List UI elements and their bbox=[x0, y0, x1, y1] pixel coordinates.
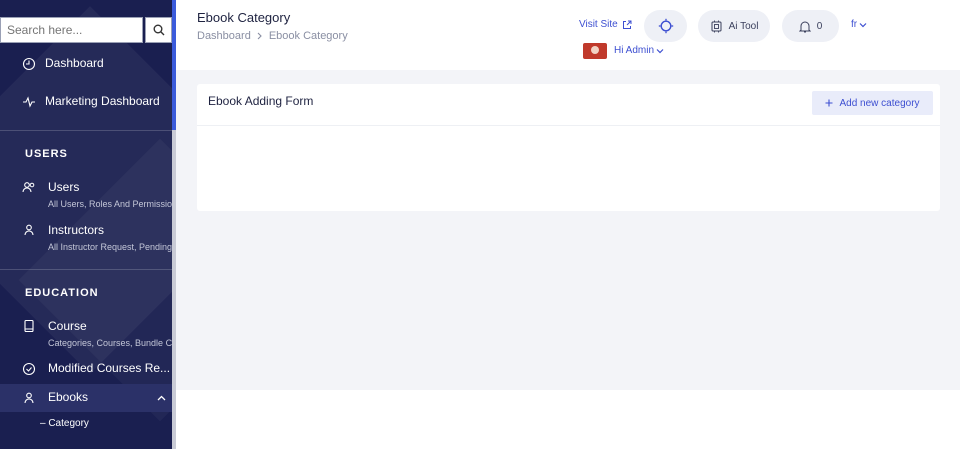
sidebar-item-label: Instructors bbox=[48, 223, 105, 237]
sidebar-item-modified-courses[interactable]: Modified Courses Re... bbox=[0, 360, 172, 380]
search-icon bbox=[153, 24, 164, 36]
sidebar-item-description: Categories, Courses, Bundle Co... bbox=[48, 338, 176, 348]
language-label: fr bbox=[851, 19, 858, 30]
sidebar-item-label: Modified Courses Re... bbox=[48, 361, 171, 375]
sidebar-item-dashboard[interactable]: Dashboard bbox=[0, 55, 172, 75]
theme-toggle-button[interactable] bbox=[644, 10, 687, 42]
visit-site-label: Visit Site bbox=[579, 19, 618, 30]
sidebar-item-ebooks[interactable]: Ebooks bbox=[0, 389, 172, 409]
sidebar: Dashboard Marketing Dashboard USERS User… bbox=[0, 0, 176, 449]
user-icon bbox=[24, 224, 34, 236]
plus-icon bbox=[825, 99, 833, 107]
external-link-icon bbox=[622, 20, 632, 29]
activity-icon bbox=[23, 96, 35, 108]
user-greeting: Hi Admin bbox=[614, 45, 655, 56]
book-icon bbox=[24, 319, 34, 333]
section-title-users: USERS bbox=[25, 148, 68, 160]
sun-icon bbox=[658, 18, 673, 34]
page-title: Ebook Category bbox=[197, 10, 291, 25]
card-header: Ebook Adding Form Add new category bbox=[197, 84, 940, 126]
avatar[interactable] bbox=[583, 43, 607, 59]
sidebar-item-label: Users bbox=[48, 180, 80, 194]
sidebar-search-input[interactable] bbox=[0, 17, 143, 43]
breadcrumb-current: Ebook Category bbox=[268, 30, 348, 42]
add-new-category-button[interactable]: Add new category bbox=[812, 91, 933, 115]
language-selector[interactable]: fr bbox=[851, 19, 867, 30]
sidebar-divider bbox=[0, 130, 172, 131]
sidebar-item-label: Ebooks bbox=[48, 390, 89, 404]
sidebar-item-label: Dashboard bbox=[45, 56, 104, 70]
sidebar-subitem-category[interactable]: – Category bbox=[0, 418, 172, 434]
breadcrumb: Dashboard Ebook Category bbox=[197, 30, 348, 42]
add-button-label: Add new category bbox=[839, 97, 920, 109]
sidebar-item-instructors[interactable]: Instructors All Instructor Request, Pend… bbox=[0, 221, 176, 255]
sidebar-item-label: Marketing Dashboard bbox=[45, 94, 160, 108]
user-menu[interactable]: Hi Admin bbox=[614, 45, 664, 56]
user-icon bbox=[24, 392, 34, 404]
sidebar-item-course[interactable]: Course Categories, Courses, Bundle Co... bbox=[0, 317, 176, 351]
breadcrumb-dashboard[interactable]: Dashboard bbox=[197, 30, 251, 42]
search-button[interactable] bbox=[145, 17, 172, 43]
users-icon bbox=[22, 182, 35, 193]
chevron-down-icon bbox=[859, 22, 867, 27]
check-circle-icon bbox=[22, 362, 36, 376]
bell-icon bbox=[798, 21, 811, 32]
sidebar-item-label: Course bbox=[48, 319, 87, 333]
ebook-form-card: Ebook Adding Form Add new category bbox=[197, 84, 940, 211]
notifications-button[interactable]: 0 bbox=[782, 10, 839, 42]
chip-icon bbox=[711, 20, 722, 32]
chevron-up-icon[interactable] bbox=[157, 395, 166, 401]
sidebar-item-description: All Users, Roles And Permission bbox=[48, 199, 176, 209]
chevron-right-icon bbox=[257, 32, 262, 40]
sidebar-item-description: All Instructor Request, Pending... bbox=[48, 242, 176, 252]
chevron-down-icon bbox=[656, 48, 664, 53]
notification-count: 0 bbox=[816, 20, 823, 32]
clock-icon bbox=[22, 57, 36, 71]
sidebar-divider bbox=[0, 269, 172, 270]
sidebar-subitem-label: – Category bbox=[40, 418, 89, 429]
ai-tool-button[interactable]: Ai Tool bbox=[698, 10, 770, 42]
card-title: Ebook Adding Form bbox=[208, 94, 314, 108]
ai-tool-label: Ai Tool bbox=[728, 20, 759, 32]
sidebar-item-marketing-dashboard[interactable]: Marketing Dashboard bbox=[0, 93, 172, 113]
section-title-education: EDUCATION bbox=[25, 287, 99, 299]
visit-site-link[interactable]: Visit Site bbox=[579, 19, 632, 30]
sidebar-item-users[interactable]: Users All Users, Roles And Permission bbox=[0, 178, 176, 212]
